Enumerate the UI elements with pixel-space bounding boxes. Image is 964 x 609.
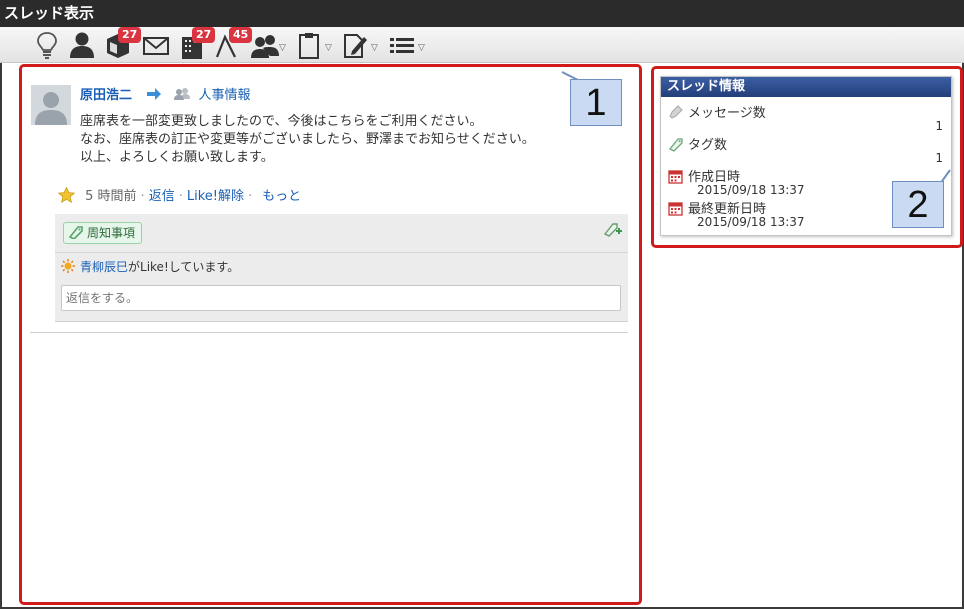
- clipboard-icon[interactable]: [297, 31, 321, 59]
- group-icon[interactable]: [250, 31, 280, 59]
- files-badge: 27: [118, 27, 142, 43]
- mail-icon[interactable]: [142, 31, 170, 59]
- lightbulb-icon[interactable]: [36, 31, 58, 59]
- callout-1: 1: [570, 79, 622, 126]
- callout-2: 2: [892, 181, 944, 228]
- clipboard-dropdown-icon[interactable]: ▽: [325, 43, 332, 53]
- workflow-badge: 45: [229, 27, 253, 43]
- list-icon[interactable]: [388, 31, 416, 59]
- org-badge: 27: [192, 27, 216, 43]
- window-title: スレッド表示: [0, 0, 964, 27]
- frame-left: [0, 63, 2, 609]
- user-icon[interactable]: [68, 31, 96, 59]
- group-dropdown-icon[interactable]: ▽: [279, 43, 286, 53]
- list-dropdown-icon[interactable]: ▽: [418, 43, 425, 53]
- edit-dropdown-icon[interactable]: ▽: [371, 43, 378, 53]
- toolbar: 27 27 45 ▽ ▽ ▽ ▽: [0, 27, 964, 63]
- edit-icon[interactable]: [342, 31, 368, 59]
- highlight-box-post-area: [19, 64, 642, 605]
